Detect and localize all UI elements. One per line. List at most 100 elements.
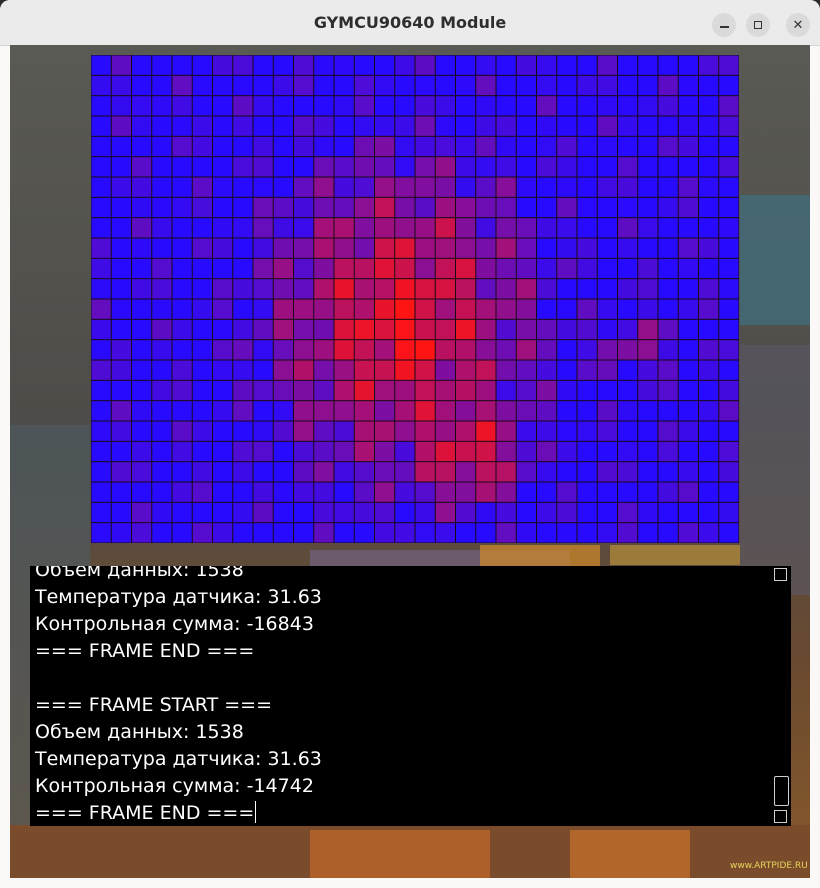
heatmap-cell: [699, 136, 719, 157]
close-button[interactable]: ✕: [786, 13, 810, 37]
heatmap-cell: [294, 96, 314, 116]
heatmap-cell: [375, 177, 395, 197]
heatmap-cell: [476, 279, 496, 299]
heatmap-cell: [314, 482, 334, 502]
maximize-button[interactable]: [746, 13, 770, 37]
heatmap-cell: [375, 157, 395, 177]
heatmap-cell: [476, 340, 496, 360]
heatmap-cell: [719, 482, 739, 502]
heatmap-cell: [132, 299, 152, 319]
heatmap-cell: [132, 421, 152, 441]
heatmap-cell: [638, 116, 658, 136]
scroll-up-button[interactable]: [774, 568, 787, 581]
heatmap-cell: [273, 177, 293, 197]
heatmap-cell: [172, 258, 192, 279]
heatmap-cell: [334, 360, 354, 380]
heatmap-cell: [273, 482, 293, 502]
heatmap-cell: [91, 523, 111, 543]
title-bar[interactable]: GYMCU90640 Module ✕: [0, 0, 820, 46]
heatmap-cell: [273, 299, 293, 319]
heatmap-cell: [476, 462, 496, 482]
console-output[interactable]: Объем данных: 1538 Температура датчика: …: [30, 566, 791, 826]
heatmap-cell: [516, 299, 536, 319]
heatmap-cell: [496, 55, 516, 75]
heatmap-cell: [294, 421, 314, 441]
heatmap-cell: [516, 218, 536, 238]
heatmap-cell: [294, 116, 314, 136]
heatmap-cell: [273, 96, 293, 116]
watermark-text: www.ARTPIDE.RU: [730, 861, 808, 871]
heatmap-cell: [537, 523, 557, 543]
heatmap-cell: [314, 96, 334, 116]
heatmap-cell: [557, 319, 577, 340]
heatmap-cell: [699, 177, 719, 197]
heatmap-cell: [213, 279, 233, 299]
heatmap-cell: [719, 462, 739, 482]
heatmap-cell: [132, 116, 152, 136]
heatmap-cell: [253, 380, 273, 401]
heatmap-cell: [618, 136, 638, 157]
heatmap-cell: [354, 197, 374, 218]
heatmap-cell: [699, 462, 719, 482]
heatmap-cell: [435, 258, 455, 279]
heatmap-cell: [375, 380, 395, 401]
heatmap-cell: [577, 523, 597, 543]
heatmap-cell: [435, 136, 455, 157]
heatmap-cell: [152, 401, 172, 421]
heatmap-cell: [577, 441, 597, 462]
heatmap-cell: [172, 75, 192, 96]
heatmap-cell: [678, 380, 698, 401]
heatmap-cell: [699, 279, 719, 299]
heatmap-cell: [496, 299, 516, 319]
heatmap-cell: [557, 55, 577, 75]
heatmap-cell: [719, 116, 739, 136]
heatmap-cell: [172, 401, 192, 421]
heatmap-cell: [719, 319, 739, 340]
heatmap-cell: [516, 319, 536, 340]
heatmap-cell: [294, 319, 314, 340]
heatmap-cell: [233, 340, 253, 360]
heatmap-cell: [597, 157, 617, 177]
heatmap-cell: [476, 523, 496, 543]
heatmap-cell: [638, 258, 658, 279]
heatmap-cell: [597, 279, 617, 299]
heatmap-cell: [557, 360, 577, 380]
heatmap-cell: [597, 136, 617, 157]
scrollbar-thumb[interactable]: [774, 776, 789, 806]
heatmap-cell: [537, 258, 557, 279]
heatmap-cell: [719, 75, 739, 96]
heatmap-cell: [719, 299, 739, 319]
heatmap-cell: [91, 441, 111, 462]
heatmap-cell: [152, 75, 172, 96]
heatmap-cell: [375, 462, 395, 482]
heatmap-cell: [273, 462, 293, 482]
heatmap-cell: [152, 360, 172, 380]
heatmap-cell: [192, 380, 212, 401]
heatmap-cell: [273, 421, 293, 441]
heatmap-cell: [638, 279, 658, 299]
heatmap-cell: [395, 218, 415, 238]
heatmap-cell: [354, 258, 374, 279]
heatmap-cell: [314, 441, 334, 462]
heatmap-cell: [415, 75, 435, 96]
heatmap-cell: [435, 55, 455, 75]
minimize-button[interactable]: [712, 13, 736, 37]
heatmap-cell: [597, 55, 617, 75]
heatmap-cell: [415, 319, 435, 340]
heatmap-cell: [699, 523, 719, 543]
heatmap-cell: [456, 238, 476, 258]
heatmap-cell: [415, 218, 435, 238]
heatmap-cell: [516, 523, 536, 543]
heatmap-cell: [678, 502, 698, 523]
heatmap-cell: [192, 462, 212, 482]
heatmap-cell: [476, 238, 496, 258]
heatmap-cell: [618, 55, 638, 75]
heatmap-cell: [91, 319, 111, 340]
heatmap-cell: [233, 75, 253, 96]
heatmap-cell: [132, 360, 152, 380]
heatmap-cell: [456, 441, 476, 462]
heatmap-cell: [476, 441, 496, 462]
scroll-down-button[interactable]: [774, 810, 787, 823]
heatmap-cell: [294, 360, 314, 380]
heatmap-cell: [476, 157, 496, 177]
